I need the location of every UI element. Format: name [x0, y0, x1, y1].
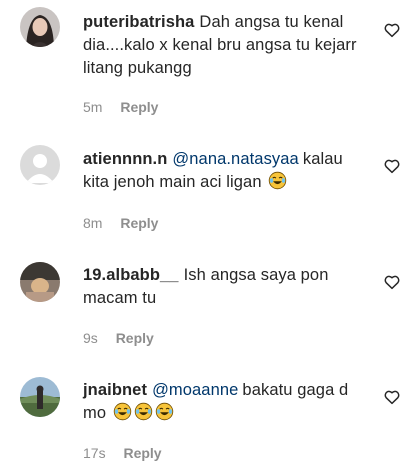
- comment-text: 19.albabb__ Ish angsa saya pon macam tu: [83, 264, 368, 310]
- laughing-with-tears-emoji: [269, 171, 287, 190]
- username-link[interactable]: 19.albabb__: [83, 266, 179, 284]
- reply-button[interactable]: Reply: [123, 445, 161, 461]
- username-link[interactable]: atiennnn.n: [83, 150, 167, 168]
- reply-button[interactable]: Reply: [120, 215, 158, 231]
- comment-meta: 5m Reply: [83, 99, 158, 115]
- comment-text: jnaibnet @moaanne bakatu gaga d mo: [83, 379, 368, 425]
- avatar-photo: [20, 262, 60, 302]
- username-link[interactable]: jnaibnet: [83, 381, 147, 399]
- timestamp: 17s: [83, 445, 106, 461]
- heart-outline-icon[interactable]: [383, 388, 401, 406]
- laughing-with-tears-emoji: [134, 402, 153, 421]
- heart-outline-icon[interactable]: [383, 21, 401, 39]
- comment-meta: 17s Reply: [83, 445, 162, 461]
- reply-button[interactable]: Reply: [116, 330, 154, 346]
- laughing-with-tears-emoji: [155, 402, 174, 421]
- mention-link[interactable]: @moaanne: [152, 381, 238, 399]
- avatar-photo: [20, 377, 60, 417]
- timestamp: 5m: [83, 99, 103, 115]
- default-avatar-icon: [20, 145, 60, 185]
- heart-outline-icon[interactable]: [383, 157, 401, 175]
- comment-meta: 8m Reply: [83, 215, 158, 231]
- reply-button[interactable]: Reply: [120, 99, 158, 115]
- avatar-photo: [20, 7, 60, 47]
- heart-outline-icon[interactable]: [383, 273, 401, 291]
- username-link[interactable]: puteribatrisha: [83, 13, 194, 31]
- comment-text: puteribatrisha Dah angsa tu kenal dia....…: [83, 11, 368, 80]
- laughing-with-tears-emoji: [113, 402, 132, 421]
- avatar[interactable]: [20, 7, 60, 47]
- comment-text: atiennnn.n @nana.natasyaa kalau kita jenoh…: [83, 148, 368, 194]
- mention-link[interactable]: @nana.natasyaa: [172, 150, 298, 168]
- avatar[interactable]: [20, 145, 60, 185]
- avatar[interactable]: [20, 377, 60, 417]
- avatar[interactable]: [20, 262, 60, 302]
- timestamp: 9s: [83, 330, 98, 346]
- timestamp: 8m: [83, 215, 103, 231]
- comment-meta: 9s Reply: [83, 330, 154, 346]
